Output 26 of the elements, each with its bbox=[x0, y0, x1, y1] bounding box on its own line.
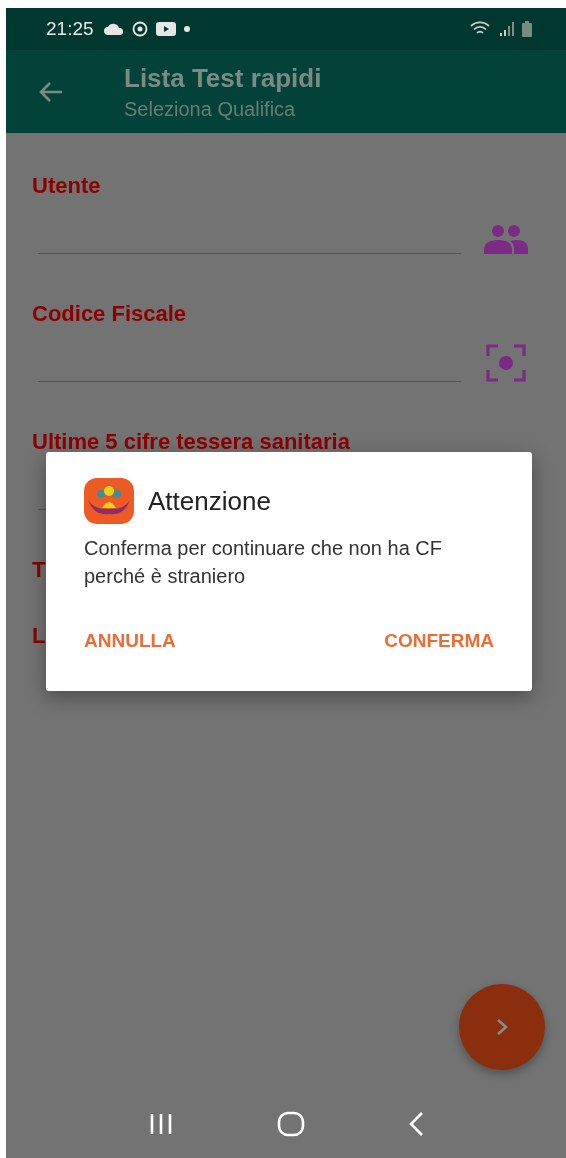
cloud-icon bbox=[103, 23, 124, 35]
next-button[interactable] bbox=[459, 984, 545, 1070]
dot-icon bbox=[183, 26, 190, 32]
video-icon bbox=[155, 22, 176, 36]
dialog-button[interactable]: CONFERMA bbox=[384, 630, 494, 652]
battery-icon bbox=[522, 21, 532, 37]
status-time: 21:25 bbox=[46, 18, 94, 40]
back-icon[interactable] bbox=[408, 1111, 425, 1137]
chevron-right-icon bbox=[495, 1018, 509, 1036]
people-icon[interactable] bbox=[483, 224, 529, 254]
field-label: Utente bbox=[32, 173, 102, 199]
field-label: Ultime 5 cifre tessera sanitaria bbox=[32, 429, 351, 455]
screen-subtitle: Seleziona Qualifica bbox=[124, 97, 297, 121]
home-icon[interactable] bbox=[277, 1111, 305, 1137]
signal-icon bbox=[500, 22, 514, 36]
sync-icon bbox=[131, 21, 148, 37]
dialog-button[interactable]: ANNULLA bbox=[84, 630, 176, 652]
dialog-title: Attenzione bbox=[148, 485, 271, 517]
field-label: T bbox=[32, 557, 46, 583]
scan-icon[interactable] bbox=[486, 344, 526, 382]
screen-title: Lista Test rapidi bbox=[124, 62, 322, 94]
dialog-message: Conferma per continuare che non ha CF perché è straniero bbox=[84, 536, 443, 589]
app-logo-icon bbox=[84, 478, 134, 524]
back-arrow-icon[interactable] bbox=[38, 79, 64, 104]
field-label: Codice Fiscale bbox=[32, 301, 188, 327]
field-label: L bbox=[32, 623, 46, 649]
